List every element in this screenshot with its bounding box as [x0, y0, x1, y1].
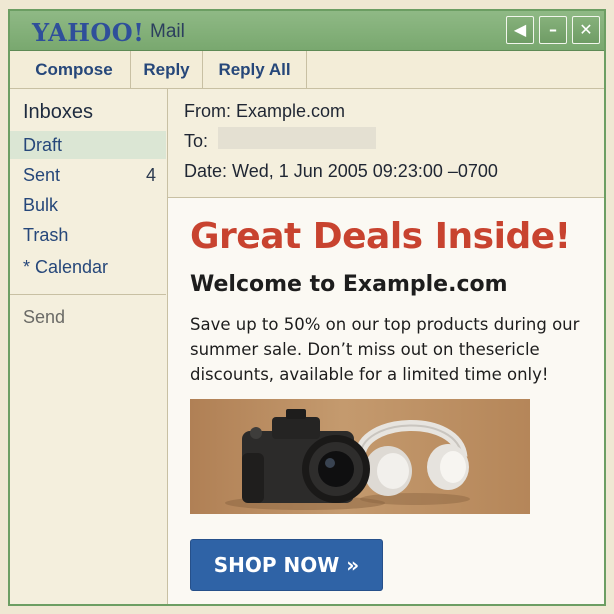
- promo-subhead: Welcome to Example.com: [190, 272, 508, 297]
- shop-now-button[interactable]: SHOP NOW »: [190, 539, 383, 591]
- send-link[interactable]: Send: [23, 307, 65, 328]
- date-line: Date: Wed, 1 Jun 2005 09:23:00 –0700: [184, 161, 498, 181]
- toolbar: Compose Reply Reply All: [10, 51, 604, 89]
- sidebar-item-label: * Calendar: [23, 257, 109, 277]
- to-line: To:: [184, 131, 209, 151]
- sidebar-divider: [10, 294, 166, 295]
- inboxes-heading: Inboxes: [23, 101, 94, 123]
- sidebar-item-label: Bulk: [23, 195, 59, 215]
- sidebar-item-bulk[interactable]: Bulk: [10, 191, 166, 219]
- redacted-recipient: [218, 127, 376, 149]
- from-line: From: Example.com: [184, 101, 346, 121]
- back-arrow-icon[interactable]: ◀: [506, 16, 534, 44]
- message-header: From: Example.com To: Date: Wed, 1 Jun 2…: [168, 89, 604, 198]
- reply-button[interactable]: Reply: [131, 51, 203, 89]
- app-name: Mail: [150, 21, 185, 42]
- promo-headline: Great Deals Inside!: [190, 216, 571, 257]
- reply-all-button[interactable]: Reply All: [203, 51, 307, 89]
- sidebar-item-label: Trash: [23, 225, 69, 245]
- promo-text: Save up to 50% on our top products durin…: [190, 315, 580, 384]
- yahoo-logo: YAHOO!: [32, 18, 145, 47]
- sidebar-item-label: Draft: [23, 135, 63, 155]
- sidebar-item-sent[interactable]: Sent 4: [10, 161, 166, 189]
- sidebar-item-draft[interactable]: Draft: [10, 131, 166, 159]
- title-bar: YAHOO! Mail ◀ – ✕: [10, 11, 604, 51]
- sent-count-badge: 4: [145, 165, 156, 185]
- product-image: [190, 399, 530, 514]
- sidebar: Inboxes Draft Sent 4 Bulk Trash * Calend…: [10, 89, 168, 604]
- message-body: Great Deals Inside! Welcome to Example.c…: [168, 198, 604, 604]
- mail-window: YAHOO! Mail ◀ – ✕ Compose Reply Reply Al…: [8, 9, 606, 606]
- camera-headphones-illustration: [225, 409, 470, 510]
- sidebar-item-label: Sent: [23, 165, 61, 185]
- minimize-icon[interactable]: –: [539, 16, 567, 44]
- compose-button[interactable]: Compose: [10, 51, 131, 89]
- close-icon[interactable]: ✕: [572, 16, 600, 44]
- sidebar-item-calendar[interactable]: * Calendar: [10, 253, 166, 281]
- sidebar-item-trash[interactable]: Trash: [10, 221, 166, 249]
